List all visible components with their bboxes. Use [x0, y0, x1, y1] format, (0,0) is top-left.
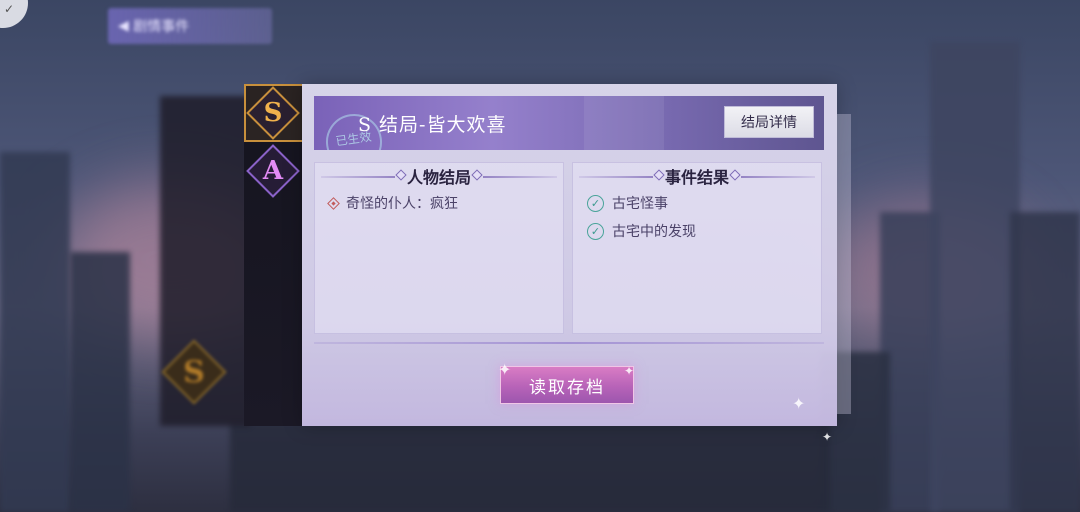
event-result-text: 古宅中的发现: [612, 224, 696, 240]
check-circle-icon: ✓: [587, 194, 604, 212]
event-results-section: 事件结果 ✓ 古宅怪事 ✓ 古宅中的发现: [572, 162, 822, 334]
diamond-bullet-icon: [327, 196, 340, 210]
sparkle-icon: ✦: [498, 360, 512, 379]
list-item: ✓ 古宅怪事: [573, 189, 821, 217]
grade-s-letter: S: [263, 98, 283, 128]
event-results-title: 事件结果: [664, 168, 729, 187]
divider: [314, 342, 824, 344]
ornament-icon: [471, 169, 483, 181]
ending-details-button[interactable]: 结局详情: [724, 106, 814, 138]
list-item: 奇怪的仆人：疯狂: [315, 189, 563, 217]
grade-s-tab[interactable]: S: [249, 89, 297, 137]
ornament-icon: [729, 169, 741, 181]
grade-a-letter: A: [262, 156, 284, 186]
grade-rail: S A: [244, 84, 302, 426]
ornament-icon: [395, 169, 407, 181]
back-arrow-icon: ◀: [118, 18, 134, 34]
character-outcomes-title: 人物结局: [406, 168, 471, 187]
load-save-button[interactable]: 读取存档: [500, 366, 634, 404]
sparkle-icon: ✦: [822, 430, 833, 444]
ending-panel: 已生效 S 结局-皆大欢喜 结局详情 人物结局 奇怪的仆人：疯狂 事件结果 ✓ …: [302, 84, 851, 426]
grade-a-tab[interactable]: A: [249, 147, 297, 195]
character-outcome-text: 奇怪的仆人：疯狂: [346, 196, 458, 212]
ornament-icon: [653, 169, 665, 181]
ending-title: S 结局-皆大欢喜: [358, 114, 507, 136]
section-header: 事件结果: [573, 163, 821, 189]
sparkle-icon: ✦: [792, 394, 806, 413]
dim-grade-badge: S: [162, 340, 226, 404]
back-button-label: 剧情事件: [133, 19, 190, 35]
sparkle-icon: ✦: [624, 364, 635, 378]
back-button[interactable]: ◀ 剧情事件: [108, 8, 272, 44]
check-circle-icon: ✓: [587, 222, 604, 240]
ending-banner: 已生效 S 结局-皆大欢喜 结局详情: [314, 96, 824, 150]
list-item: ✓ 古宅中的发现: [573, 217, 821, 245]
event-result-text: 古宅怪事: [612, 196, 668, 212]
character-outcomes-section: 人物结局 奇怪的仆人：疯狂: [314, 162, 564, 334]
section-header: 人物结局: [315, 163, 563, 189]
